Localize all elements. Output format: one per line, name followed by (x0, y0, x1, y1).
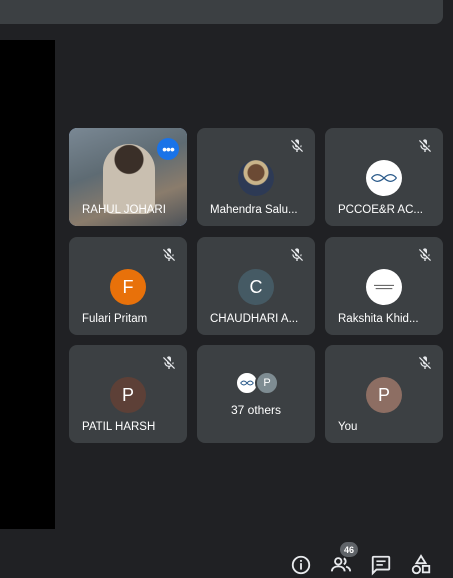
participant-tile-chaudhari[interactable]: C CHAUDHARI A... (197, 237, 315, 335)
people-icon[interactable] (330, 554, 352, 576)
avatar: F (110, 269, 146, 305)
others-count-label: 37 others (230, 403, 282, 417)
info-icon[interactable] (290, 554, 312, 576)
avatar: P (110, 377, 146, 413)
participant-tile-patil[interactable]: P PATIL HARSH (69, 345, 187, 443)
participant-count-badge: 46 (340, 542, 358, 557)
participant-name: You (338, 421, 358, 433)
participant-tile-rahul[interactable]: ••• RAHUL JOHARI (69, 128, 187, 226)
top-bar (0, 0, 443, 24)
logo-image (374, 284, 394, 290)
participant-tile-pccoer[interactable]: PCCOE&R AC... (325, 128, 443, 226)
more-options-icon[interactable]: ••• (157, 138, 179, 160)
avatar: C (238, 269, 274, 305)
mic-off-icon (419, 356, 431, 369)
mic-off-icon (291, 248, 303, 261)
avatar: P (255, 371, 279, 395)
mic-off-icon (419, 248, 431, 261)
others-tile[interactable]: P 37 others (197, 345, 315, 443)
mic-off-icon (419, 139, 431, 152)
participant-name: CHAUDHARI A... (210, 313, 299, 325)
logo-image (371, 174, 397, 182)
mic-off-icon (163, 356, 175, 369)
avatar (238, 160, 274, 196)
bottom-toolbar (0, 554, 453, 576)
participant-tile-you[interactable]: P You (325, 345, 443, 443)
chat-icon[interactable] (370, 554, 392, 576)
activities-icon[interactable] (410, 554, 432, 576)
logo-image (240, 380, 254, 386)
participant-name: Mahendra Salu... (210, 204, 298, 216)
avatar: P (366, 377, 402, 413)
participant-name: Fulari Pritam (82, 313, 148, 325)
logo-avatar (366, 269, 402, 305)
participant-tile-rakshita[interactable]: Rakshita Khid... (325, 237, 443, 335)
mic-off-icon (163, 248, 175, 261)
others-avatars: P (235, 371, 281, 395)
participant-tile-fulari[interactable]: F Fulari Pritam (69, 237, 187, 335)
participant-name: PATIL HARSH (82, 421, 156, 433)
participant-name: Rakshita Khid... (338, 313, 419, 325)
logo-avatar (366, 160, 402, 196)
participant-name: PCCOE&R AC... (338, 204, 423, 216)
mic-off-icon (291, 139, 303, 152)
participant-tile-mahendra[interactable]: Mahendra Salu... (197, 128, 315, 226)
presentation-area (0, 40, 55, 529)
participant-name: RAHUL JOHARI (82, 204, 166, 216)
